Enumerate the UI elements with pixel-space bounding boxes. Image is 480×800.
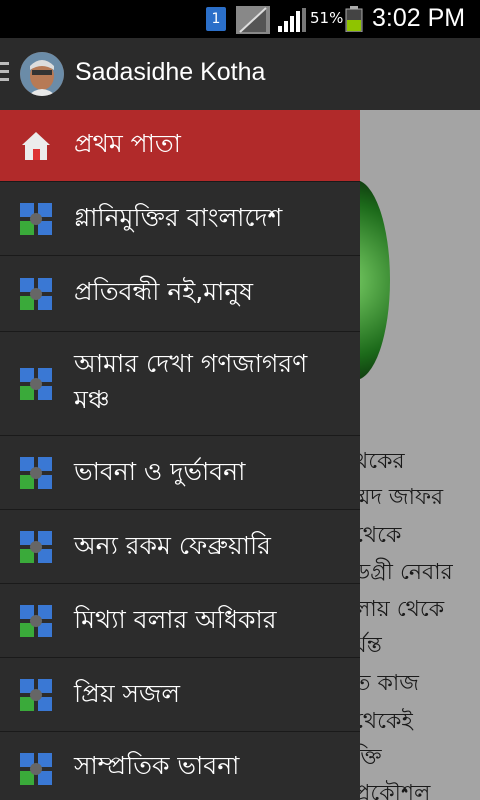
puzzle-icon [20, 203, 52, 235]
content-text: থেকেই [360, 709, 413, 734]
puzzle-icon [20, 457, 52, 489]
content-text: ম্মদ জাফর [360, 485, 444, 510]
content-area: থকের ম্মদ জাফর থেকে ডগ্রী নেবার লায় থেক… [360, 110, 480, 800]
puzzle-icon [20, 531, 52, 563]
drawer-item-label: প্রিয় সজল [74, 679, 180, 708]
clock: 3:02 PM [372, 4, 466, 32]
drawer-item-label: মিথ্যা বলার অধিকার [74, 605, 277, 634]
content-text: ডগ্রী নেবার [360, 560, 453, 585]
content-text: থকের [360, 449, 405, 474]
content-image [360, 180, 390, 380]
puzzle-icon [20, 753, 52, 785]
drawer-item-priyo-sajal[interactable]: প্রিয় সজল [0, 658, 360, 732]
drawer-item-label: আমার দেখা গণজাগরণ মঞ্চ [74, 349, 308, 414]
drawer-item-samprotik[interactable]: সাম্প্রতিক ভাবনা [0, 732, 360, 800]
content-text: ত কাজ [360, 671, 419, 696]
content-text: লায় থেকে [360, 597, 445, 622]
content-text: ক্তি [360, 745, 382, 770]
drawer-item-label: ভাবনা ও দুর্ভাবনা [74, 457, 246, 486]
drawer-item-gonojagoron[interactable]: আমার দেখা গণজাগরণ মঞ্চ [0, 332, 360, 436]
status-bar: 1 51% 3:02 PM [0, 0, 480, 38]
drawer-item-glanimuktir[interactable]: গ্লানিমুক্তির বাংলাদেশ [0, 182, 360, 256]
avatar[interactable] [20, 52, 64, 96]
puzzle-icon [20, 368, 52, 400]
no-signal-icon [236, 6, 270, 34]
drawer-item-february[interactable]: অন্য রকম ফেব্রুয়ারি [0, 510, 360, 584]
drawer-item-label: অন্য রকম ফেব্রুয়ারি [74, 531, 271, 560]
drawer-item-label: গ্লানিমুক্তির বাংলাদেশ [74, 203, 283, 232]
signal-strength-icon [278, 8, 306, 32]
drawer-item-label: প্রতিবন্ধী নই,মানুষ [74, 277, 254, 306]
app-title[interactable]: Sadasidhe Kotha [75, 58, 265, 87]
content-text: থেকে [360, 523, 402, 548]
drawer-item-protibondhi[interactable]: প্রতিবন্ধী নই,মানুষ [0, 256, 360, 332]
drawer-item-bhabna[interactable]: ভাবনা ও দুর্ভাবনা [0, 436, 360, 510]
action-bar: Sadasidhe Kotha [0, 38, 480, 112]
battery-percent: 51% [310, 9, 344, 27]
drawer-item-label: সাম্প্রতিক ভাবনা [74, 751, 240, 780]
drawer-item-label: প্রথম পাতা [74, 129, 181, 158]
drawer-indicator-icon[interactable] [0, 62, 9, 86]
drawer-item-home[interactable]: প্রথম পাতা [0, 110, 360, 182]
content-text: প্রকৌশল [360, 781, 431, 800]
puzzle-icon [20, 605, 52, 637]
puzzle-icon [20, 679, 52, 711]
notification-icon: 1 [206, 7, 226, 31]
battery-icon [345, 6, 363, 33]
navigation-drawer: প্রথম পাতা গ্লানিমুক্তির বাংলাদেশ প্রতিব… [0, 110, 360, 800]
puzzle-icon [20, 278, 52, 310]
content-text: র্যন্ত [360, 633, 382, 658]
drawer-item-mithya[interactable]: মিথ্যা বলার অধিকার [0, 584, 360, 658]
home-icon [20, 130, 52, 162]
